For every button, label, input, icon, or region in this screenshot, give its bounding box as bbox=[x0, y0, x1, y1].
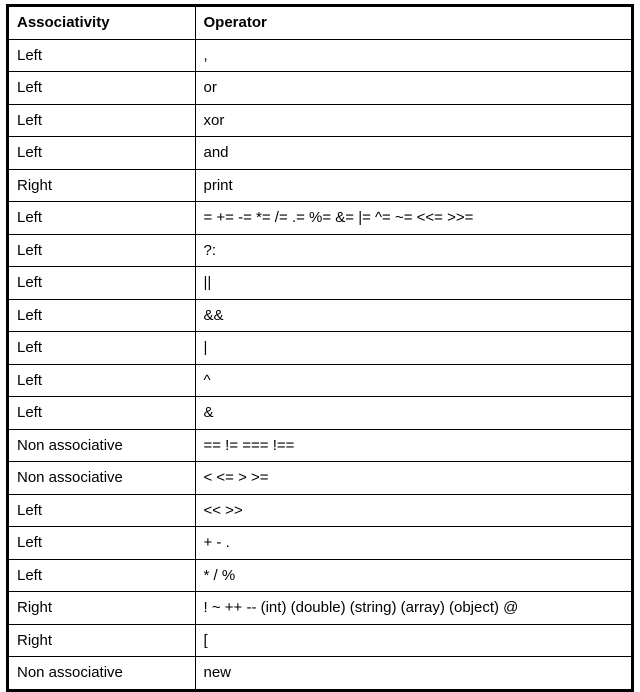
table-header-row: Associativity Operator bbox=[8, 6, 633, 40]
cell-associativity: Non associative bbox=[8, 657, 196, 691]
cell-associativity: Non associative bbox=[8, 462, 196, 495]
cell-operator: or bbox=[195, 72, 633, 105]
cell-operator: , bbox=[195, 39, 633, 72]
cell-operator: + - . bbox=[195, 527, 633, 560]
table-row: Left| bbox=[8, 332, 633, 365]
cell-associativity: Left bbox=[8, 72, 196, 105]
cell-operator: ^ bbox=[195, 364, 633, 397]
cell-operator: < <= > >= bbox=[195, 462, 633, 495]
table-row: Left* / % bbox=[8, 559, 633, 592]
cell-associativity: Left bbox=[8, 202, 196, 235]
cell-associativity: Left bbox=[8, 397, 196, 430]
cell-operator: || bbox=[195, 267, 633, 300]
table-row: Leftand bbox=[8, 137, 633, 170]
table-row: Non associative== != === !== bbox=[8, 429, 633, 462]
cell-associativity: Left bbox=[8, 137, 196, 170]
cell-operator: | bbox=[195, 332, 633, 365]
cell-operator: ?: bbox=[195, 234, 633, 267]
table-row: Left& bbox=[8, 397, 633, 430]
cell-associativity: Right bbox=[8, 624, 196, 657]
cell-operator: && bbox=[195, 299, 633, 332]
cell-operator: * / % bbox=[195, 559, 633, 592]
cell-operator: == != === !== bbox=[195, 429, 633, 462]
cell-associativity: Left bbox=[8, 299, 196, 332]
operator-precedence-table: Associativity Operator Left, Leftor Left… bbox=[6, 4, 634, 692]
table-row: Left<< >> bbox=[8, 494, 633, 527]
cell-operator: print bbox=[195, 169, 633, 202]
table-row: Left+ - . bbox=[8, 527, 633, 560]
cell-operator: = += -= *= /= .= %= &= |= ^= ~= <<= >>= bbox=[195, 202, 633, 235]
cell-associativity: Left bbox=[8, 234, 196, 267]
table-row: Left^ bbox=[8, 364, 633, 397]
table-row: Left= += -= *= /= .= %= &= |= ^= ~= <<= … bbox=[8, 202, 633, 235]
cell-associativity: Left bbox=[8, 494, 196, 527]
table-row: Left|| bbox=[8, 267, 633, 300]
table-row: Non associative< <= > >= bbox=[8, 462, 633, 495]
cell-operator: new bbox=[195, 657, 633, 691]
cell-associativity: Right bbox=[8, 169, 196, 202]
table-row: Left&& bbox=[8, 299, 633, 332]
cell-associativity: Left bbox=[8, 267, 196, 300]
cell-operator: & bbox=[195, 397, 633, 430]
table-row: Rightprint bbox=[8, 169, 633, 202]
cell-associativity: Left bbox=[8, 39, 196, 72]
cell-associativity: Non associative bbox=[8, 429, 196, 462]
table-row: Left?: bbox=[8, 234, 633, 267]
header-operator: Operator bbox=[195, 6, 633, 40]
cell-associativity: Left bbox=[8, 559, 196, 592]
cell-associativity: Right bbox=[8, 592, 196, 625]
table-row: Right[ bbox=[8, 624, 633, 657]
cell-associativity: Left bbox=[8, 332, 196, 365]
cell-associativity: Left bbox=[8, 104, 196, 137]
table-row: Right! ~ ++ -- (int) (double) (string) (… bbox=[8, 592, 633, 625]
table-row: Left, bbox=[8, 39, 633, 72]
cell-associativity: Left bbox=[8, 527, 196, 560]
cell-operator: xor bbox=[195, 104, 633, 137]
cell-operator: << >> bbox=[195, 494, 633, 527]
cell-associativity: Left bbox=[8, 364, 196, 397]
table-row: Leftxor bbox=[8, 104, 633, 137]
table-row: Non associativenew bbox=[8, 657, 633, 691]
cell-operator: ! ~ ++ -- (int) (double) (string) (array… bbox=[195, 592, 633, 625]
header-associativity: Associativity bbox=[8, 6, 196, 40]
cell-operator: [ bbox=[195, 624, 633, 657]
cell-operator: and bbox=[195, 137, 633, 170]
table-row: Leftor bbox=[8, 72, 633, 105]
